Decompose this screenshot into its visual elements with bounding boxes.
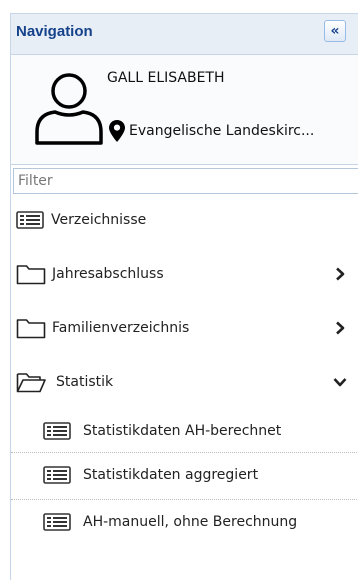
submenu-item-statistikdaten-ah-berechnet[interactable]: Statistikdaten AH-berechnet	[11, 414, 358, 448]
menu-item-label: Familienverzeichnis	[52, 320, 190, 336]
user-info: GALL ELISABETH Evangelische Landeskirc..…	[11, 55, 358, 165]
divider	[11, 452, 358, 453]
folder-icon	[16, 319, 46, 339]
chevron-right-icon	[336, 267, 345, 281]
submenu-item-ah-manuell[interactable]: AH-manuell, ohne Berechnung	[11, 505, 358, 539]
list-icon	[16, 211, 44, 229]
user-name: GALL ELISABETH	[107, 70, 225, 86]
menu-item-label: Statistik	[56, 374, 114, 390]
filter-input[interactable]	[13, 168, 358, 194]
list-icon	[43, 466, 71, 484]
folder-open-icon	[16, 373, 46, 393]
user-avatar-icon	[35, 73, 103, 145]
submenu-item-statistikdaten-aggregiert[interactable]: Statistikdaten aggregiert	[11, 458, 358, 492]
menu-item-label: Verzeichnisse	[51, 212, 147, 228]
map-pin-icon	[109, 120, 125, 142]
folder-icon	[16, 265, 46, 285]
menu-item-verzeichnisse[interactable]: Verzeichnisse	[11, 207, 358, 233]
menu-item-jahresabschluss[interactable]: Jahresabschluss	[11, 259, 358, 289]
submenu-item-label: AH-manuell, ohne Berechnung	[83, 514, 298, 530]
divider	[11, 499, 358, 500]
navigation-header: Navigation «	[11, 14, 358, 55]
list-icon	[43, 513, 71, 531]
chevron-right-icon	[336, 321, 345, 335]
menu-item-familienverzeichnis[interactable]: Familienverzeichnis	[11, 313, 358, 343]
organization-row: Evangelische Landeskirc...	[109, 119, 314, 143]
collapse-button[interactable]: «	[324, 20, 346, 42]
navigation-title: Navigation	[16, 23, 93, 40]
menu-item-statistik[interactable]: Statistik	[11, 367, 358, 397]
chevron-down-icon	[333, 378, 347, 387]
double-chevron-left-icon: «	[330, 23, 340, 39]
filter-box	[11, 165, 358, 195]
menu-item-label: Jahresabschluss	[52, 266, 164, 282]
submenu-item-label: Statistikdaten AH-berechnet	[83, 423, 282, 439]
organization-name: Evangelische Landeskirc...	[129, 123, 315, 139]
submenu-item-label: Statistikdaten aggregiert	[83, 467, 259, 483]
navigation-panel: Navigation « GALL ELISABETH Evangelische…	[10, 13, 358, 580]
list-icon	[43, 422, 71, 440]
